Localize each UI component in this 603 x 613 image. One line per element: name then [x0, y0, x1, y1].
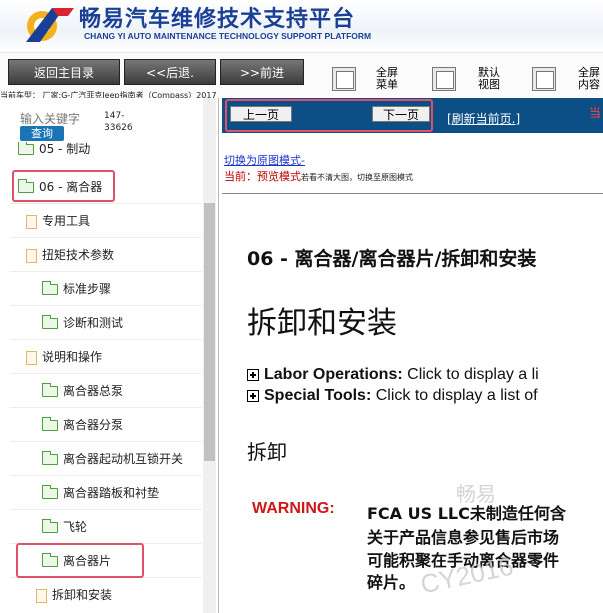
fullscreen-content-label[interactable]: 全屏 内容 — [578, 67, 600, 91]
divider — [10, 475, 202, 476]
fullscreen-menu-icon[interactable] — [332, 67, 356, 91]
watermark-text: 畅易 — [456, 482, 496, 506]
tree-item-diagnosis-testing[interactable]: 诊断和测试 — [41, 312, 123, 334]
tree-item-partial[interactable]: 05 - 制动 — [18, 142, 90, 156]
document-icon — [36, 588, 47, 603]
back-home-button[interactable]: 返回主目录 — [8, 59, 120, 85]
highlight-box — [225, 99, 433, 132]
folder-icon — [41, 519, 58, 533]
chang-yi-logo-icon — [26, 8, 74, 42]
tree-item-interlock-switch[interactable]: 离合器起动机互锁开关 — [41, 448, 183, 470]
warning-text-line: 碎片。 — [367, 573, 416, 592]
platform-subtitle: CHANG YI AUTO MAINTENANCE TECHNOLOGY SUP… — [84, 31, 372, 41]
default-view-icon[interactable] — [432, 67, 456, 91]
divider — [10, 441, 202, 442]
tree-item-description-operation[interactable]: 说明和操作 — [26, 346, 102, 368]
document-title: 06 - 离合器/离合器片/拆卸和安装 — [247, 248, 537, 270]
highlight-box — [12, 170, 115, 202]
divider — [10, 339, 202, 340]
warning-text-line: 关于产品信息参见售后市场 — [367, 528, 560, 547]
divider — [10, 509, 202, 510]
tree-item-torque-specs[interactable]: 扭矩技术参数 — [26, 244, 114, 266]
document-icon — [26, 214, 37, 229]
expand-plus-icon[interactable] — [247, 389, 259, 402]
refresh-link[interactable]: [刷新当前页.] — [447, 110, 520, 127]
forward-button[interactable]: >>前进 — [220, 59, 304, 85]
search-button[interactable]: 查询 — [20, 126, 64, 141]
tree-item-slave-cylinder[interactable]: 离合器分泵 — [41, 414, 123, 436]
divider — [10, 237, 202, 238]
sidebar-scrollbar[interactable] — [203, 98, 216, 613]
fullscreen-menu-label[interactable]: 全屏 菜单 — [376, 67, 398, 91]
folder-icon — [41, 315, 58, 329]
warning-label: WARNING: — [252, 500, 335, 517]
document-heading: 拆卸和安装 — [247, 306, 397, 341]
tree-item-standard-procedures[interactable]: 标准步骤 — [41, 278, 111, 300]
app-header: 畅易汽车维修技术支持平台 CHANG YI AUTO MAINTENANCE T… — [0, 0, 603, 52]
divider — [10, 271, 202, 272]
expand-plus-icon[interactable] — [247, 368, 259, 381]
current-mode-text: 当前：预览模式若看不清大图，切换至原图模式 — [224, 170, 413, 183]
divider — [10, 305, 202, 306]
tree-item-special-tools[interactable]: 专用工具 — [26, 210, 90, 232]
folder-icon — [41, 383, 58, 397]
default-view-label[interactable]: 默认 视图 — [478, 67, 500, 91]
divider — [10, 203, 202, 204]
search-code: 147- 33626 — [104, 111, 133, 133]
tree-item-flywheel[interactable]: 飞轮 — [41, 516, 87, 538]
nav-edge-text: 当 — [589, 106, 602, 120]
folder-icon — [41, 417, 58, 431]
tree-item-removal-installation[interactable]: 拆卸和安装 — [36, 584, 112, 606]
document-icon — [26, 350, 37, 365]
folder-icon — [41, 281, 58, 295]
scrollbar-thumb[interactable] — [204, 203, 215, 461]
platform-title: 畅易汽车维修技术支持平台 — [79, 7, 356, 32]
labor-operations-row[interactable]: Labor Operations: Click to display a li — [247, 366, 539, 384]
document-icon — [26, 248, 37, 263]
divider — [10, 407, 202, 408]
removal-heading: 拆卸 — [247, 440, 287, 464]
divider — [10, 373, 202, 374]
special-tools-row[interactable]: Special Tools: Click to display a list o… — [247, 387, 538, 405]
folder-icon — [41, 451, 58, 465]
back-button[interactable]: <<后退. — [124, 59, 216, 85]
switch-original-mode-link[interactable]: 切换为原图模式- — [224, 152, 305, 168]
search-input[interactable]: 输入关键字 — [20, 110, 80, 127]
highlight-box — [16, 543, 144, 578]
divider — [222, 193, 603, 194]
tree-item-pedal-bushing[interactable]: 离合器踏板和衬垫 — [41, 482, 159, 504]
fullscreen-content-icon[interactable] — [532, 67, 556, 91]
folder-icon — [18, 142, 34, 155]
tree-item-master-cylinder[interactable]: 离合器总泵 — [41, 380, 123, 402]
folder-icon — [41, 485, 58, 499]
